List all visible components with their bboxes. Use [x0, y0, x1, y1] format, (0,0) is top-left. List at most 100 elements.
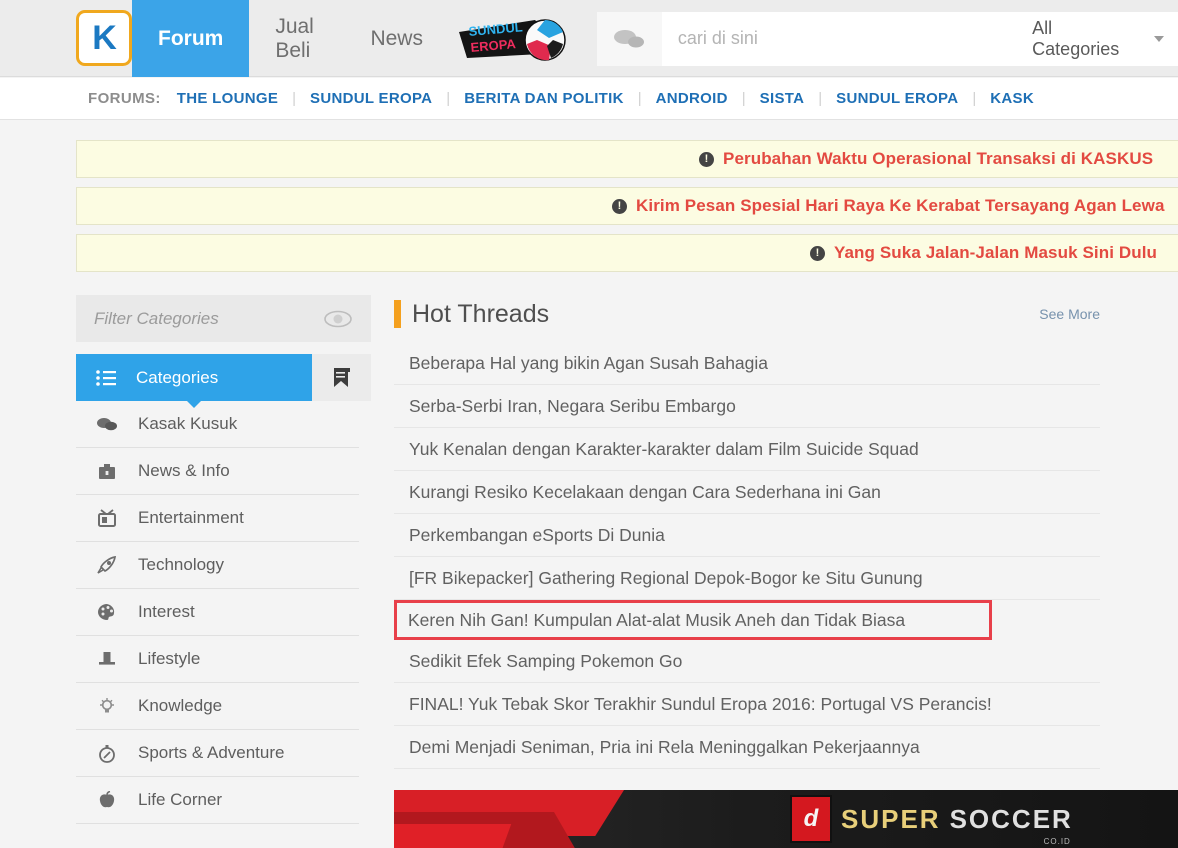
tab-forum[interactable]: Forum	[132, 0, 250, 77]
see-more-link[interactable]: See More	[1039, 306, 1100, 322]
forum-link-the-lounge[interactable]: THE LOUNGE	[177, 90, 278, 107]
thread-row[interactable]: Demi Menjadi Seniman, Pria ini Rela Meni…	[394, 726, 1100, 769]
sidebar-item-life-corner[interactable]: Life Corner	[76, 777, 359, 824]
announcement-text: Kirim Pesan Spesial Hari Raya Ke Kerabat…	[636, 196, 1165, 215]
supersoccer-logo: d SUPER SOCCER CO.ID	[790, 795, 1073, 846]
compass-icon	[96, 744, 118, 763]
thread-title: Keren Nih Gan! Kumpulan Alat-alat Musik …	[408, 609, 906, 630]
sidebar-item-label: Entertainment	[138, 508, 244, 527]
sidebar-item-knowledge[interactable]: Knowledge	[76, 683, 359, 730]
sidebar-item-label: Technology	[138, 555, 225, 574]
announcement-text: Yang Suka Jalan-Jalan Masuk Sini Dulu	[834, 243, 1158, 262]
thread-row[interactable]: Serba-Serbi Iran, Negara Seribu Embargo	[394, 385, 1100, 428]
tab-news[interactable]: News	[344, 0, 449, 77]
sidebar-item-entertainment[interactable]: Entertainment	[76, 495, 359, 542]
search-category-select[interactable]: All Categories	[1026, 11, 1178, 66]
thread-title: [FR Bikepacker] Gathering Regional Depok…	[409, 567, 923, 588]
sidebar-item-interest[interactable]: Interest	[76, 589, 359, 636]
chat-bubbles-icon[interactable]	[596, 11, 662, 66]
sidebar-item-kasak-kusuk[interactable]: Kasak Kusuk	[76, 401, 359, 448]
sidebar-item-label: Kasak Kusuk	[138, 414, 238, 433]
site-logo[interactable]: K	[76, 0, 132, 76]
thread-row[interactable]: Beberapa Hal yang bikin Agan Susah Bahag…	[394, 342, 1100, 385]
sidebar-item-news-info[interactable]: News & Info	[76, 448, 359, 495]
sidebar-item-label: Knowledge	[138, 696, 223, 715]
search-category-value: All Categories	[1032, 17, 1120, 59]
sundul-eropa-logo[interactable]: SUNDUL EROPA	[449, 0, 569, 76]
sidebar-item-label: Interest	[138, 602, 195, 621]
tab-news-label: News	[370, 26, 423, 50]
thread-title: Yuk Kenalan dengan Karakter-karakter dal…	[409, 438, 919, 459]
chevron-down-icon	[1154, 35, 1164, 42]
forum-link-sista[interactable]: SISTA	[760, 90, 805, 107]
shield-letter: d	[803, 805, 819, 832]
forum-separator: |	[446, 90, 451, 107]
forum-separator: |	[818, 90, 823, 107]
forums-quicklinks-bar: FORUMS: THE LOUNGE | SUNDUL EROPA | BERI…	[0, 78, 1178, 120]
top-hat-icon	[96, 650, 118, 668]
supersoccer-shield-icon: d	[790, 795, 832, 843]
forum-separator: |	[637, 90, 642, 107]
bookmark-flag-button[interactable]	[312, 354, 371, 401]
announcement-banner[interactable]: ! Kirim Pesan Spesial Hari Raya Ke Kerab…	[76, 187, 1178, 225]
thread-row[interactable]: FINAL! Yuk Tebak Skor Terakhir Sundul Er…	[394, 683, 1100, 726]
section-accent-bar	[394, 300, 401, 328]
chat-bubbles-icon-glyph	[614, 29, 645, 47]
announcement-banner[interactable]: ! Yang Suka Jalan-Jalan Masuk Sini Dulu	[76, 234, 1178, 272]
announcement-text: Perubahan Waktu Operasional Transaksi di…	[723, 149, 1154, 168]
announcement-banners: ! Perubahan Waktu Operasional Transaksi …	[76, 140, 1178, 281]
sidebar-item-categories-label: Categories	[136, 367, 219, 387]
search-area: cari di sini All Categories	[596, 0, 1178, 77]
briefcase-icon	[96, 463, 118, 480]
thread-row-highlighted[interactable]: Keren Nih Gan! Kumpulan Alat-alat Musik …	[394, 600, 992, 640]
search-placeholder: cari di sini	[677, 28, 758, 48]
info-exclamation-icon: !	[699, 151, 714, 167]
forum-link-android[interactable]: ANDROID	[656, 90, 728, 107]
thread-row[interactable]: Sedikit Efek Samping Pokemon Go	[394, 640, 1100, 683]
forum-link-berita-dan-politik[interactable]: BERITA DAN POLITIK	[464, 90, 624, 107]
main-content: Hot Threads See More Beberapa Hal yang b…	[394, 292, 1178, 769]
sidebar-item-lifestyle[interactable]: Lifestyle	[76, 636, 359, 683]
sidebar-item-label: Life Corner	[138, 790, 223, 809]
thread-title: Beberapa Hal yang bikin Agan Susah Bahag…	[409, 352, 769, 373]
thread-row[interactable]: [FR Bikepacker] Gathering Regional Depok…	[394, 557, 1100, 600]
tab-jual-beli[interactable]: Jual Beli	[249, 0, 344, 77]
kaskus-k-logo-icon: K	[76, 10, 132, 66]
info-exclamation-icon: !	[810, 245, 825, 261]
forum-separator: |	[292, 90, 297, 107]
page-root: K Forum Jual Beli News SUNDUL EROPA cari…	[0, 0, 1178, 848]
sidebar-item-technology[interactable]: Technology	[76, 542, 359, 589]
lightbulb-icon	[96, 697, 118, 715]
thread-title: Perkembangan eSports Di Dunia	[409, 524, 665, 545]
thread-row[interactable]: Yuk Kenalan dengan Karakter-karakter dal…	[394, 428, 1100, 471]
top-header: K Forum Jual Beli News SUNDUL EROPA cari…	[0, 0, 1178, 77]
sidebar-item-label: News & Info	[138, 461, 230, 480]
thread-title: Demi Menjadi Seniman, Pria ini Rela Meni…	[409, 736, 920, 757]
thread-title: Serba-Serbi Iran, Negara Seribu Embargo	[409, 395, 736, 416]
forum-link-sundul-eropa-1[interactable]: SUNDUL EROPA	[310, 90, 432, 107]
ad-brand-soccer-wrap: SOCCER CO.ID	[949, 803, 1073, 846]
sidebar-item-sports-adventure[interactable]: Sports & Adventure	[76, 730, 359, 777]
rocket-icon	[96, 556, 118, 574]
forum-link-kaskus[interactable]: KASK	[990, 90, 1034, 107]
thread-title: Kurangi Resiko Kecelakaan dengan Cara Se…	[409, 481, 881, 502]
apple-icon	[96, 791, 118, 809]
thread-row[interactable]: Perkembangan eSports Di Dunia	[394, 514, 1100, 557]
ad-brand-tld: CO.ID	[1043, 836, 1071, 846]
thread-row[interactable]: Kurangi Resiko Kecelakaan dengan Cara Se…	[394, 471, 1100, 514]
search-input[interactable]: cari di sini	[661, 11, 1027, 66]
filter-categories-input[interactable]: Filter Categories	[76, 295, 371, 342]
sidebar-item-label: Lifestyle	[138, 649, 201, 668]
categories-header-row: Categories	[76, 354, 371, 401]
eye-icon[interactable]	[323, 310, 353, 328]
thread-title: FINAL! Yuk Tebak Skor Terakhir Sundul Er…	[409, 693, 992, 714]
forum-separator: |	[741, 90, 746, 107]
supersoccer-ad-banner[interactable]: d SUPER SOCCER CO.ID	[394, 790, 1178, 848]
ad-brand-soccer: SOCCER	[949, 803, 1073, 834]
bookmark-flag-icon	[333, 367, 350, 387]
hot-threads-header: Hot Threads See More	[394, 292, 1178, 336]
sidebar-item-categories[interactable]: Categories	[76, 354, 312, 401]
announcement-banner[interactable]: ! Perubahan Waktu Operasional Transaksi …	[76, 140, 1178, 178]
forum-link-sundul-eropa-2[interactable]: SUNDUL EROPA	[836, 90, 958, 107]
sundul-eropa-logo-icon: SUNDUL EROPA	[458, 19, 566, 61]
